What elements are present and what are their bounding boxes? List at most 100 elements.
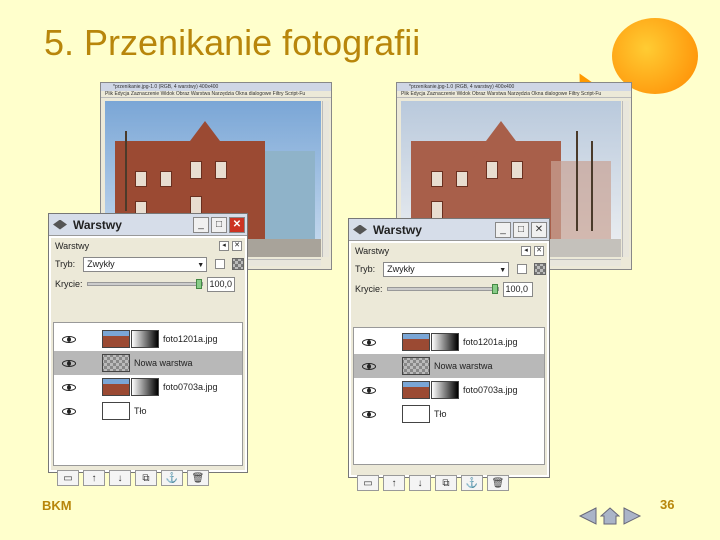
slider-knob[interactable] <box>195 279 202 289</box>
lower-layer-button[interactable]: ↓ <box>109 470 131 486</box>
slider-knob[interactable] <box>491 284 498 294</box>
layer-mask-thumbnail <box>131 330 159 348</box>
layer-thumbnail <box>102 354 130 372</box>
layer-row-selected[interactable]: Nowa warstwa <box>54 351 242 375</box>
layer-thumbnail <box>402 381 430 399</box>
duplicate-layer-button[interactable]: ⧉ <box>435 475 457 491</box>
layers-button-bar: ▭ ↑ ↓ ⧉ ⚓ 🗑 <box>53 468 243 488</box>
tab-menu-icon[interactable]: ◂ <box>521 246 531 256</box>
minimize-button[interactable]: _ <box>495 221 511 238</box>
image-window-menubar[interactable]: Plik Edycja Zaznaczenie Widok Obraz Wars… <box>101 91 331 98</box>
next-slide-icon[interactable] <box>622 506 642 526</box>
dialog-tab-label: Warstwy <box>355 246 390 256</box>
visibility-eye-icon[interactable] <box>362 386 376 394</box>
layer-row[interactable]: Tło <box>354 402 544 426</box>
maximize-button[interactable]: □ <box>513 221 529 238</box>
prev-slide-icon[interactable] <box>578 506 598 526</box>
layers-dialog-title: Warstwy <box>373 222 422 237</box>
visibility-eye-icon[interactable] <box>62 359 76 367</box>
layers-dialog-titlebar: Warstwy _ □ ✕ <box>349 219 549 241</box>
layer-name: foto0703a.jpg <box>163 382 218 392</box>
mode-select[interactable]: Zwykły ▼ <box>383 261 510 277</box>
raise-layer-button[interactable]: ↑ <box>383 475 405 491</box>
image-window-menubar[interactable]: Plik Edycja Zaznaczenie Widok Obraz Wars… <box>397 91 631 98</box>
layer-name: foto0703a.jpg <box>463 385 518 395</box>
layers-dialog-right: Warstwy _ □ ✕ Warstwy ◂ ✕ Tryb: Zwykły ▼… <box>348 218 550 491</box>
gimp-dock-icon <box>353 224 367 235</box>
chevron-down-icon: ▼ <box>499 266 507 274</box>
vertical-scrollbar[interactable] <box>622 101 629 257</box>
visibility-eye-icon[interactable] <box>362 338 376 346</box>
layer-thumbnail <box>102 402 130 420</box>
layer-row[interactable]: foto1201a.jpg <box>354 330 544 354</box>
image-window-title: *przenikanie.jpg-1.0 (RGB, 4 warstwy) 40… <box>397 83 631 91</box>
mode-label: Tryb: <box>355 264 376 274</box>
layer-thumbnail <box>102 378 130 396</box>
visibility-eye-icon[interactable] <box>362 410 376 418</box>
home-icon[interactable] <box>599 506 621 526</box>
new-layer-button[interactable]: ▭ <box>57 470 79 486</box>
visibility-eye-icon[interactable] <box>62 407 76 415</box>
layer-mask-thumbnail <box>431 381 459 399</box>
layer-mask-thumbnail <box>431 333 459 351</box>
layers-dialog-title: Warstwy <box>73 217 122 232</box>
layers-dialog-left: Warstwy _ □ ✕ Warstwy ◂ ✕ Tryb: Zwykły ▼… <box>48 213 248 486</box>
layer-name: foto1201a.jpg <box>463 337 518 347</box>
minimize-button[interactable]: _ <box>193 216 209 233</box>
close-tab-icon[interactable]: ✕ <box>534 246 544 256</box>
footer-author: BKM <box>42 498 72 513</box>
slide-nav <box>578 506 642 526</box>
opacity-input[interactable]: 100,0 <box>502 281 533 297</box>
vertical-scrollbar[interactable] <box>322 101 329 257</box>
chevron-down-icon: ▼ <box>197 261 205 269</box>
dialog-tab-label: Warstwy <box>55 241 90 251</box>
delete-layer-button[interactable]: 🗑 <box>487 475 509 491</box>
opacity-slider[interactable] <box>386 284 499 294</box>
layer-name: Nowa warstwa <box>134 358 193 368</box>
visibility-eye-icon[interactable] <box>62 335 76 343</box>
visibility-eye-icon[interactable] <box>62 383 76 391</box>
gimp-dock-icon <box>53 219 67 230</box>
image-window-title: *przenikanie.jpg-1.0 (RGB, 4 warstwy) 40… <box>101 83 331 91</box>
close-button[interactable]: ✕ <box>531 221 547 238</box>
transparency-icon <box>534 263 547 275</box>
visibility-eye-icon[interactable] <box>362 362 376 370</box>
duplicate-layer-button[interactable]: ⧉ <box>135 470 157 486</box>
layer-name: Tło <box>134 406 147 416</box>
layer-row[interactable]: Tło <box>54 399 242 423</box>
layer-name: Nowa warstwa <box>434 361 493 371</box>
opacity-slider[interactable] <box>86 279 203 289</box>
keep-transparency-checkbox[interactable] <box>215 259 226 269</box>
layer-row[interactable]: foto1201a.jpg <box>54 327 242 351</box>
new-layer-button[interactable]: ▭ <box>357 475 379 491</box>
mode-select[interactable]: Zwykły ▼ <box>83 256 208 272</box>
slide-title: 5. Przenikanie fotografii <box>44 22 421 63</box>
layer-thumbnail <box>102 330 130 348</box>
layer-name: Tło <box>434 409 447 419</box>
layer-thumbnail <box>402 405 430 423</box>
raise-layer-button[interactable]: ↑ <box>83 470 105 486</box>
layer-row-selected[interactable]: Nowa warstwa <box>354 354 544 378</box>
layer-thumbnail <box>402 357 430 375</box>
layers-button-bar: ▭ ↑ ↓ ⧉ ⚓ 🗑 <box>353 473 545 493</box>
layer-name: foto1201a.jpg <box>163 334 218 344</box>
layer-row[interactable]: foto0703a.jpg <box>354 378 544 402</box>
keep-transparency-checkbox[interactable] <box>517 264 528 274</box>
transparency-icon <box>232 258 245 270</box>
anchor-layer-button[interactable]: ⚓ <box>161 470 183 486</box>
layers-list: foto1201a.jpg Nowa warstwa foto0703a.jpg… <box>53 322 243 466</box>
close-button[interactable]: ✕ <box>229 216 245 233</box>
tab-menu-icon[interactable]: ◂ <box>219 241 229 251</box>
layer-row[interactable]: foto0703a.jpg <box>54 375 242 399</box>
page-number: 36 <box>660 497 675 512</box>
anchor-layer-button[interactable]: ⚓ <box>461 475 483 491</box>
opacity-input[interactable]: 100,0 <box>206 276 235 292</box>
lower-layer-button[interactable]: ↓ <box>409 475 431 491</box>
close-tab-icon[interactable]: ✕ <box>232 241 242 251</box>
opacity-label: Krycie: <box>355 284 383 294</box>
layer-mask-thumbnail <box>131 378 159 396</box>
delete-layer-button[interactable]: 🗑 <box>187 470 209 486</box>
maximize-button[interactable]: □ <box>211 216 227 233</box>
layer-thumbnail <box>402 333 430 351</box>
layers-dialog-titlebar: Warstwy _ □ ✕ <box>49 214 247 236</box>
